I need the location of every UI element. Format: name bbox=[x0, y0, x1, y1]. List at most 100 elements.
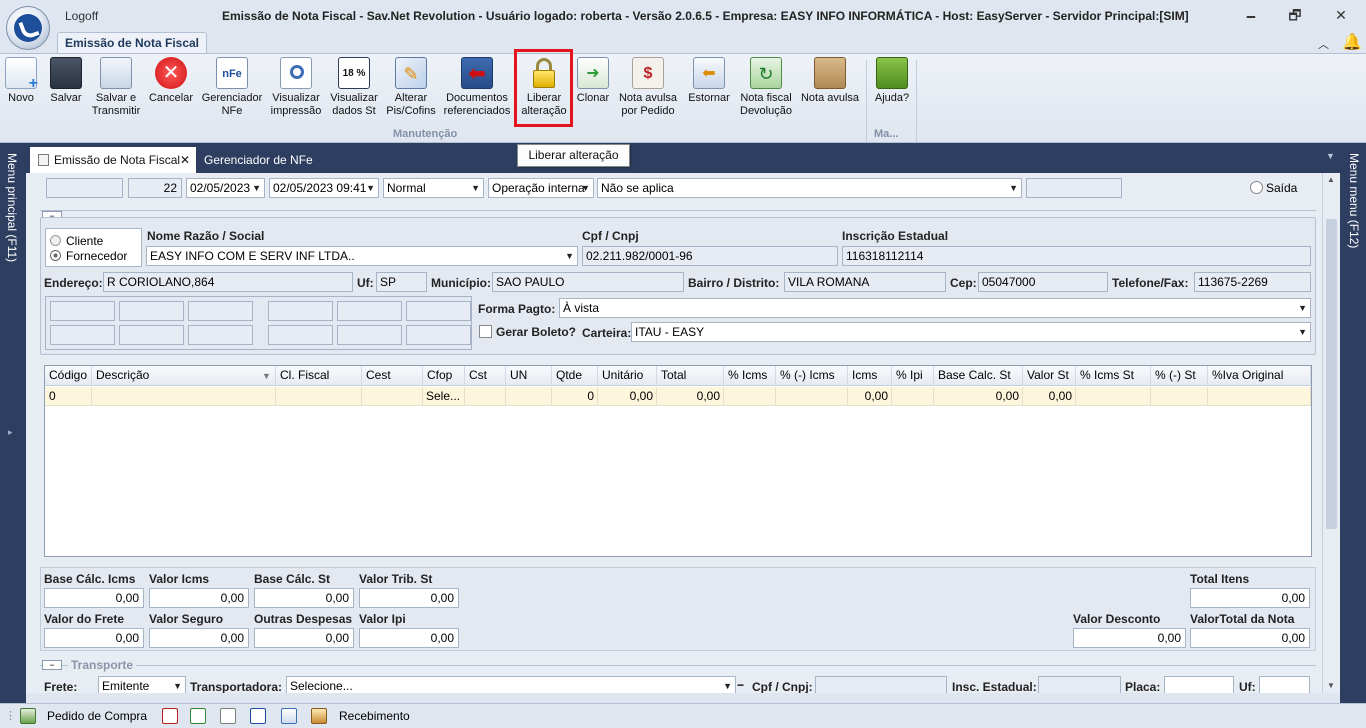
forma-pagto-select[interactable]: À vista ▼ bbox=[559, 298, 1311, 318]
chevron-down-icon[interactable]: ▼ bbox=[565, 247, 574, 265]
extra-field[interactable] bbox=[188, 325, 253, 345]
seguro-field[interactable]: 0,00 bbox=[149, 628, 249, 648]
operation-select[interactable]: Operação interna ▼ bbox=[488, 178, 594, 198]
scroll-up-icon[interactable]: ▲ bbox=[1327, 175, 1335, 184]
municipio-field[interactable]: SAO PAULO bbox=[492, 272, 684, 292]
cpf-field[interactable]: 02.211.982/0001-96 bbox=[582, 246, 838, 266]
col-cl-fiscal[interactable]: Cl. Fiscal bbox=[276, 366, 362, 386]
left-menu-label[interactable]: Menu principal (F11) bbox=[5, 153, 19, 262]
logoff-link[interactable]: Logoff bbox=[65, 9, 98, 23]
ajuda-button[interactable]: Ajuda? bbox=[872, 57, 912, 125]
col-icms[interactable]: Icms bbox=[848, 366, 892, 386]
left-menu-bar[interactable]: Menu principal (F11) ▸ bbox=[0, 143, 26, 703]
col-unitario[interactable]: Unitário bbox=[598, 366, 657, 386]
ie-field[interactable]: 116318112114 bbox=[842, 246, 1311, 266]
right-menu-label[interactable]: Menu menu (F12) bbox=[1347, 153, 1361, 248]
app-logo[interactable] bbox=[6, 6, 50, 50]
extra-field[interactable] bbox=[119, 301, 184, 321]
col-valor-st[interactable]: Valor St bbox=[1023, 366, 1076, 386]
extra-field[interactable] bbox=[119, 325, 184, 345]
telefone-field[interactable]: 113675-2269 bbox=[1194, 272, 1311, 292]
total-itens-field[interactable]: 0,00 bbox=[1190, 588, 1310, 608]
total-nota-field[interactable]: 0,00 bbox=[1190, 628, 1310, 648]
alterar-pis-cofins-button[interactable]: ✎ Alterar Pis/Cofins bbox=[384, 57, 438, 125]
right-menu-bar[interactable]: Menu menu (F12) bbox=[1340, 143, 1366, 703]
visualizar-impressao-button[interactable]: Visualizar impressão bbox=[268, 57, 324, 125]
col-cfop[interactable]: Cfop bbox=[423, 366, 465, 386]
extra-field[interactable] bbox=[337, 301, 402, 321]
cell-unitario[interactable]: 0,00 bbox=[598, 387, 657, 406]
date-field-2[interactable]: 02/05/2023 09:41 ▼ bbox=[269, 178, 379, 198]
carteira-select[interactable]: ITAU - EASY ▼ bbox=[631, 322, 1311, 342]
cell-icms[interactable]: 0,00 bbox=[848, 387, 892, 406]
extra-field[interactable] bbox=[337, 325, 402, 345]
expand-left-icon[interactable]: ▸ bbox=[8, 427, 13, 438]
salvar-button[interactable]: Salvar bbox=[46, 57, 86, 125]
chevron-down-icon[interactable]: ▼ bbox=[1009, 179, 1018, 197]
tabs-menu-icon[interactable]: ▼ bbox=[1326, 151, 1335, 161]
number-field[interactable]: 22 bbox=[128, 178, 182, 198]
base-st-field[interactable]: 0,00 bbox=[254, 588, 354, 608]
report-green-icon[interactable] bbox=[190, 708, 206, 724]
chevron-down-icon[interactable]: ▼ bbox=[252, 179, 261, 197]
col-qtde[interactable]: Qtde bbox=[552, 366, 598, 386]
nota-avulsa-pedido-button[interactable]: $ Nota avulsa por Pedido bbox=[616, 57, 680, 125]
collapse-ribbon-icon[interactable]: ︿ bbox=[1318, 36, 1329, 52]
col-pct-icms[interactable]: % Icms bbox=[724, 366, 776, 386]
valor-icms-field[interactable]: 0,00 bbox=[149, 588, 249, 608]
collapse-transporte-icon[interactable]: − bbox=[42, 660, 62, 670]
tab-gerenciador-nfe[interactable]: Gerenciador de NFe bbox=[196, 147, 336, 173]
clear-transportadora-icon[interactable]: − bbox=[737, 678, 744, 692]
table-row[interactable]: 0 Sele... 0 0,00 0,00 0,00 0,00 0,00 bbox=[45, 387, 1311, 406]
cliente-radio[interactable] bbox=[50, 235, 61, 246]
frete-field[interactable]: 0,00 bbox=[44, 628, 144, 648]
pedido-compra-link[interactable]: Pedido de Compra bbox=[47, 709, 147, 723]
cell-un[interactable] bbox=[506, 387, 552, 406]
base-icms-field[interactable]: 0,00 bbox=[44, 588, 144, 608]
bell-icon[interactable]: 🔔 bbox=[1342, 32, 1362, 52]
cell-codigo[interactable]: 0 bbox=[45, 387, 92, 406]
add-doc-icon[interactable] bbox=[281, 708, 297, 724]
placa-field[interactable] bbox=[1164, 676, 1234, 693]
visualizar-dados-st-button[interactable]: 18 % Visualizar dados St bbox=[328, 57, 380, 125]
valor-trib-field[interactable]: 0,00 bbox=[359, 588, 459, 608]
documentos-referenciados-button[interactable]: ⬅ Documentos referenciados bbox=[442, 57, 512, 125]
cell-descricao[interactable] bbox=[92, 387, 276, 406]
bairro-field[interactable]: VILA ROMANA bbox=[784, 272, 946, 292]
nfe-report-icon[interactable] bbox=[250, 708, 266, 724]
cell-iva-original[interactable] bbox=[1208, 387, 1311, 406]
col-pct-neg-icms[interactable]: % (-) Icms bbox=[776, 366, 848, 386]
chevron-down-icon[interactable]: ▼ bbox=[471, 179, 480, 197]
cell-valor-st[interactable]: 0,00 bbox=[1023, 387, 1076, 406]
field-top-1[interactable] bbox=[46, 178, 123, 198]
nota-avulsa-button[interactable]: Nota avulsa bbox=[798, 57, 862, 125]
recebimento-icon[interactable] bbox=[311, 708, 327, 724]
cancelar-button[interactable]: ✕ Cancelar bbox=[148, 57, 194, 125]
type-select[interactable]: Normal ▼ bbox=[383, 178, 484, 198]
col-pct-ipi[interactable]: % Ipi bbox=[892, 366, 934, 386]
desconto-field[interactable]: 0,00 bbox=[1073, 628, 1186, 648]
cep-field[interactable]: 05047000 bbox=[978, 272, 1108, 292]
col-iva-original[interactable]: %Iva Original bbox=[1208, 366, 1311, 386]
sort-icon[interactable]: ▼ bbox=[262, 371, 271, 381]
cell-cl-fiscal[interactable] bbox=[276, 387, 362, 406]
col-cst[interactable]: Cst bbox=[465, 366, 506, 386]
col-cest[interactable]: Cest bbox=[362, 366, 423, 386]
col-pct-icms-st[interactable]: % Icms St bbox=[1076, 366, 1151, 386]
vertical-scrollbar[interactable]: ▲ ▼ bbox=[1322, 173, 1340, 693]
gerar-boleto-checkbox[interactable] bbox=[479, 325, 492, 338]
scroll-down-icon[interactable]: ▼ bbox=[1327, 681, 1335, 690]
cell-pct-neg-st[interactable] bbox=[1151, 387, 1208, 406]
chevron-down-icon[interactable]: ▼ bbox=[1298, 299, 1307, 317]
transp-cpf-field[interactable] bbox=[815, 676, 947, 693]
endereco-field[interactable]: R CORIOLANO,864 bbox=[103, 272, 353, 292]
extra-field[interactable] bbox=[406, 301, 471, 321]
nome-select[interactable]: EASY INFO COM E SERV INF LTDA.. ▼ bbox=[146, 246, 578, 266]
transportadora-select[interactable]: Selecione... ▼ bbox=[286, 676, 736, 693]
chevron-down-icon[interactable]: ▼ bbox=[581, 179, 590, 197]
col-base-calc-st[interactable]: Base Calc. St bbox=[934, 366, 1023, 386]
recebimento-link[interactable]: Recebimento bbox=[339, 709, 410, 723]
uf-field[interactable]: SP bbox=[376, 272, 427, 292]
extra-field[interactable] bbox=[50, 301, 115, 321]
apply-select[interactable]: Não se aplica ▼ bbox=[597, 178, 1022, 198]
